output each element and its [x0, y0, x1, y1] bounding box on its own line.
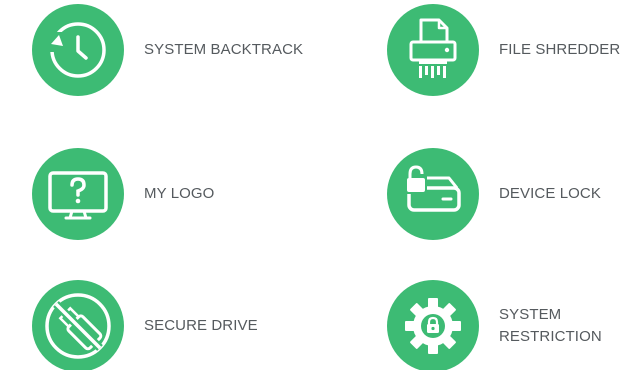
gear-lock-icon: [387, 280, 479, 370]
feature-label: SYSTEM BACKTRACK: [144, 41, 304, 58]
feature-system-restriction[interactable]: SYSTEM RESTRICTION: [387, 280, 602, 370]
monitor-question-icon: [32, 148, 124, 240]
feature-label-line: SYSTEM: [499, 306, 562, 323]
clock-history-icon: [32, 4, 124, 96]
feature-label: MY LOGO: [144, 185, 215, 202]
file-shredder-icon: [387, 4, 479, 96]
feature-label-line: RESTRICTION: [499, 328, 602, 345]
features-grid: SYSTEM BACKTRACK FILE SHREDDER MY LOGO D…: [0, 0, 626, 370]
feature-label: FILE SHREDDER: [499, 41, 621, 58]
usb-blocked-icon: [32, 280, 124, 370]
feature-label: DEVICE LOCK: [499, 185, 601, 202]
feature-label: SECURE DRIVE: [144, 317, 258, 334]
drive-lock-icon: [387, 148, 479, 240]
feature-file-shredder[interactable]: FILE SHREDDER: [387, 4, 620, 96]
feature-secure-drive[interactable]: SECURE DRIVE: [32, 280, 258, 370]
feature-my-logo[interactable]: MY LOGO: [32, 148, 214, 240]
feature-system-backtrack[interactable]: SYSTEM BACKTRACK: [32, 4, 303, 96]
feature-device-lock[interactable]: DEVICE LOCK: [387, 148, 601, 240]
feature-label: SYSTEM RESTRICTION: [499, 304, 602, 348]
